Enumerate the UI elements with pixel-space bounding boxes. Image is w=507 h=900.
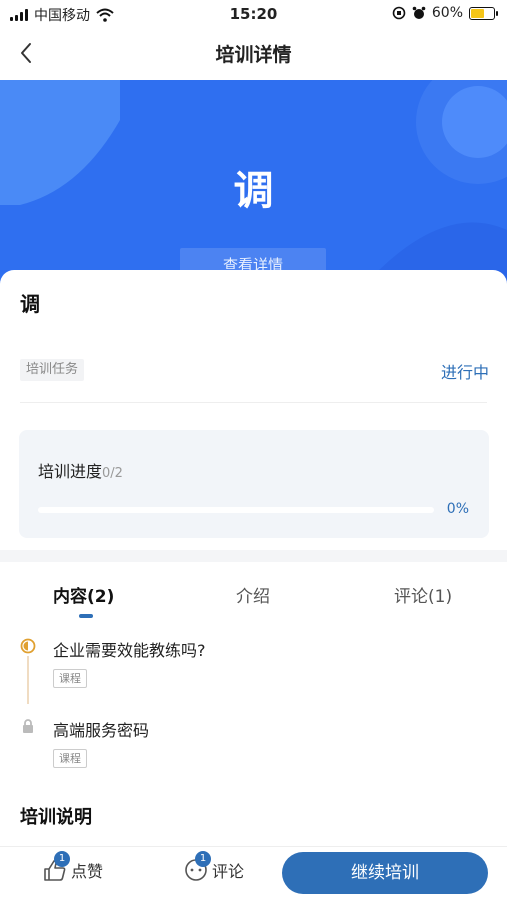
content-tabs: 内容(2) 介绍 评论(1) [0,562,507,622]
status-badge: 进行中 [440,363,489,382]
like-button[interactable]: 1 点赞 [42,851,104,883]
divider [20,402,487,403]
timeline-connector [27,656,29,704]
progress-panel: 培训进度0/2 0% [19,430,489,538]
training-type-tag: 培训任务 [20,359,85,381]
battery-percent: 60% [431,5,463,21]
like-count-badge: 1 [54,851,70,867]
active-tab-indicator [79,614,93,618]
list-item-title[interactable]: 企业需要效能教练吗? [53,637,206,661]
in-progress-icon [20,638,36,654]
progress-percent: 0% [446,501,469,517]
tab-content[interactable]: 内容(2) [53,582,114,607]
course-tag: 课程 [53,749,87,768]
section-gap [0,550,507,562]
battery-icon [469,6,498,20]
progress-bar [38,507,434,513]
alarm-icon [412,6,426,19]
continue-training-button[interactable]: 继续培训 [282,852,488,894]
comment-button[interactable]: 1 评论 [183,851,245,883]
tab-intro[interactable]: 介绍 [236,582,270,607]
course-tag: 课程 [53,669,87,688]
comment-count-badge: 1 [195,851,211,867]
training-description-heading: 培训说明 [20,807,92,828]
like-label: 点赞 [71,862,104,881]
lock-icon [23,719,33,733]
nav-bar: 培训详情 [0,28,507,78]
status-bar: 中国移动 15:20 60% [0,0,507,28]
training-info-card: 调 培训任务 进行中 培训进度0/2 0% [0,270,507,550]
orientation-lock-icon [392,6,406,20]
page-title: 培训详情 [215,44,292,66]
list-item-title[interactable]: 高端服务密码 [53,717,149,741]
bottom-action-bar: 1 点赞 1 评论 继续培训 [0,846,507,900]
training-title: 调 [20,292,40,316]
banner-title: 调 [233,168,274,214]
progress-count: 0/2 [102,466,123,481]
course-banner: 调 查看详情 [0,80,507,290]
tab-comments[interactable]: 评论(1) [394,582,452,607]
comment-label: 评论 [212,862,245,881]
training-detail-page: 中国移动 15:20 60% 培训详情 调 查看详情 调 培训任务 进行中 培训… [0,0,507,900]
progress-label: 培训进度 [38,462,103,481]
